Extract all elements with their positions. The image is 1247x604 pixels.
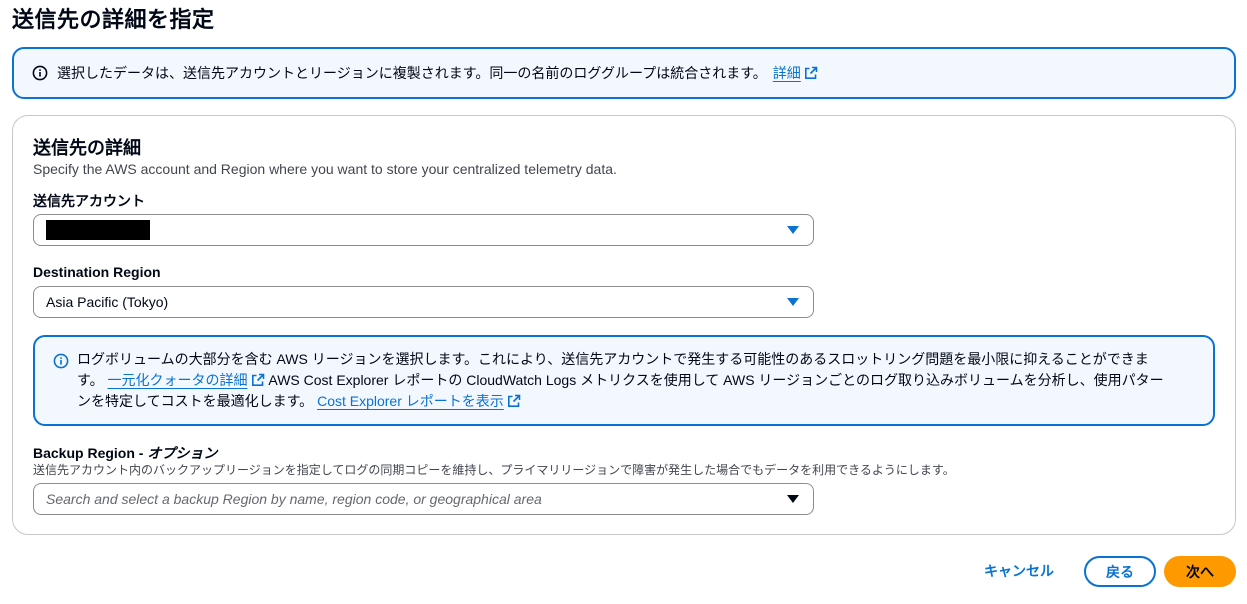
optional-tag: オプション	[147, 445, 218, 461]
redacted-account-id	[46, 220, 150, 240]
back-button[interactable]: 戻る	[1084, 556, 1156, 587]
backup-region-label-text: Backup Region -	[33, 445, 148, 461]
page-title: 送信先の詳細を指定	[12, 7, 215, 32]
destination-account-select[interactable]	[33, 214, 814, 246]
external-link-icon[interactable]	[251, 373, 265, 387]
next-button[interactable]: 次へ	[1164, 556, 1236, 587]
caret-down-icon	[787, 226, 799, 234]
learn-more-link[interactable]: 詳細	[773, 63, 801, 83]
info-icon	[32, 65, 48, 81]
external-link-icon[interactable]	[804, 66, 818, 80]
backup-region-label: Backup Region - オプション	[33, 443, 217, 463]
backup-region-placeholder: Search and select a backup Region by nam…	[46, 491, 542, 507]
section-title: 送信先の詳細	[33, 138, 141, 158]
destination-region-select[interactable]: Asia Pacific (Tokyo)	[33, 286, 814, 318]
section-description: Specify the AWS account and Region where…	[33, 161, 617, 177]
destination-details-container: 送信先の詳細 Specify the AWS account and Regio…	[12, 115, 1236, 535]
info-alert-text: 選択したデータは、送信先アカウントとリージョンに複製されます。同一の名前のロググ…	[57, 65, 767, 81]
backup-region-description: 送信先アカウント内のバックアップリージョンを指定してログの同期コピーを維持し、プ…	[33, 463, 955, 477]
external-link-icon[interactable]	[507, 394, 521, 408]
destination-region-value: Asia Pacific (Tokyo)	[46, 294, 169, 310]
info-icon	[53, 353, 69, 369]
info-alert-top: 選択したデータは、送信先アカウントとリージョンに複製されます。同一の名前のロググ…	[12, 47, 1236, 99]
destination-account-label: 送信先アカウント	[33, 193, 145, 209]
caret-down-icon	[787, 298, 799, 306]
caret-down-icon	[787, 495, 799, 503]
destination-region-label: Destination Region	[33, 264, 161, 280]
cancel-button[interactable]: キャンセル	[984, 561, 1054, 581]
quota-details-link[interactable]: 一元化クォータの詳細	[108, 372, 248, 388]
cost-explorer-link[interactable]: Cost Explorer レポートを表示	[317, 393, 504, 409]
info-alert-region: ログボリュームの大部分を含む AWS リージョンを選択します。これにより、送信先…	[33, 335, 1215, 426]
backup-region-select[interactable]: Search and select a backup Region by nam…	[33, 483, 814, 515]
